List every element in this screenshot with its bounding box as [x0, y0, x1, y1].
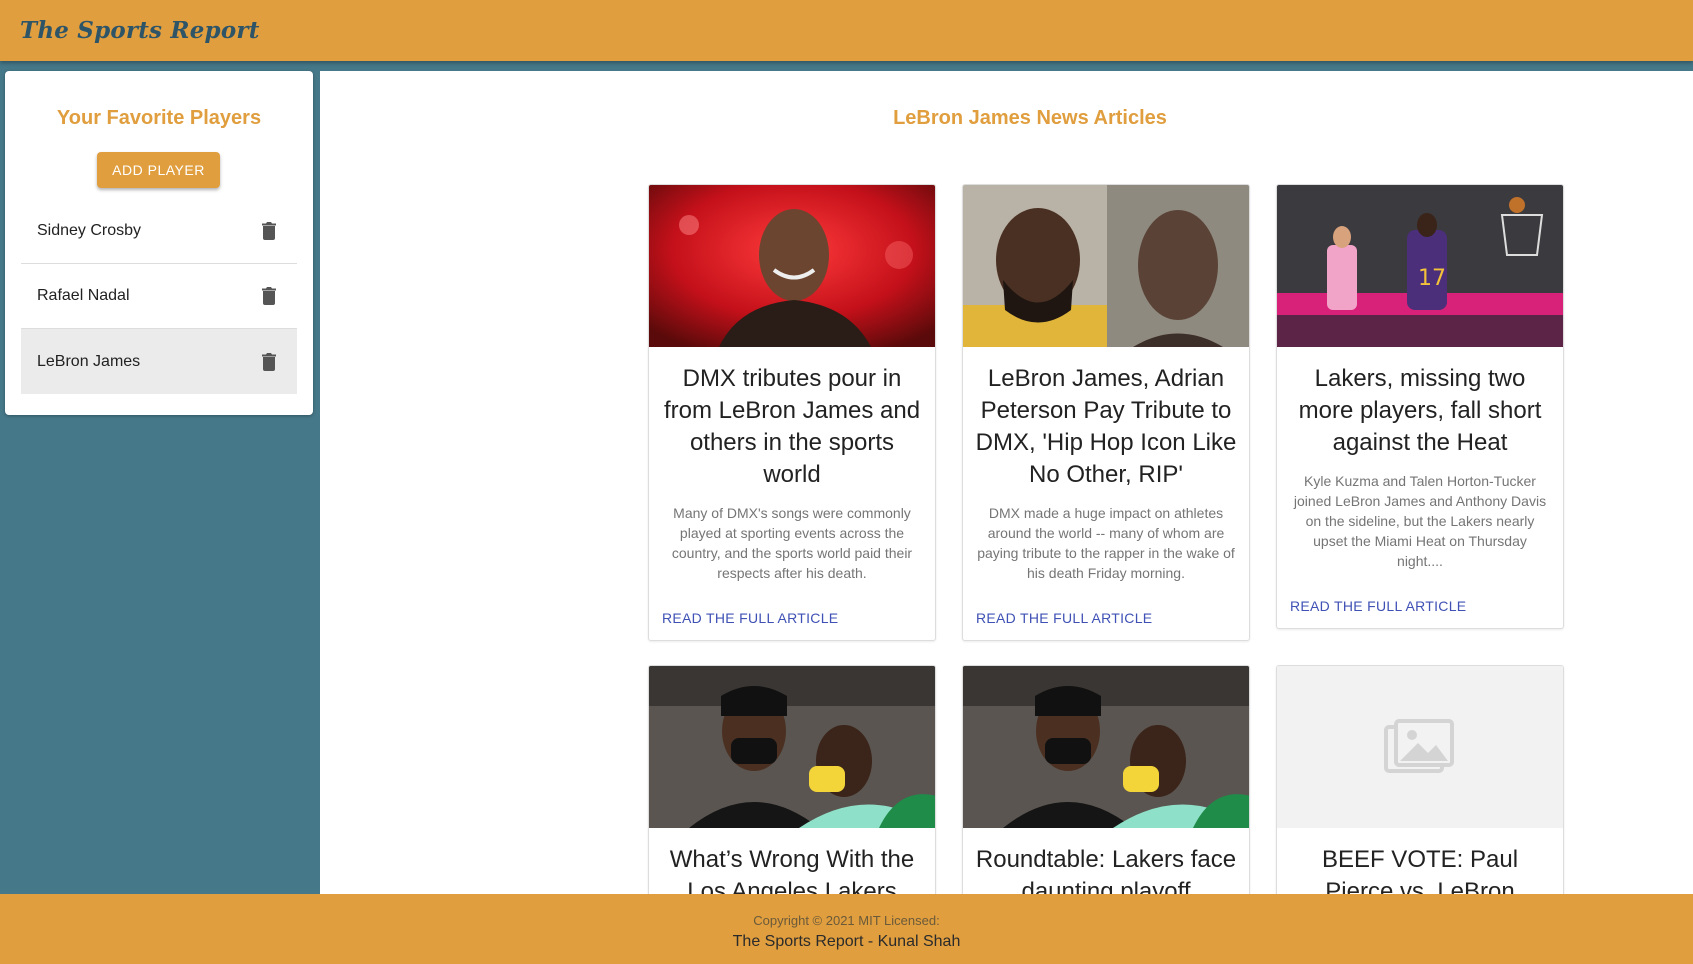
article-description: Many of DMX's songs were commonly played…	[671, 505, 913, 581]
article-image-lebron-davis[interactable]	[649, 666, 935, 828]
article-title: What’s Wrong With the Los Angeles Lakers	[669, 846, 915, 894]
brand-title[interactable]: The Sports Report	[20, 17, 260, 44]
news-title: LeBron James News Articles	[893, 107, 1167, 129]
article-title: Lakers, missing two more players, fall s…	[1298, 365, 1542, 456]
read-article-link[interactable]: READ THE FULL ARTICLE	[649, 610, 935, 626]
article-description: DMX made a huge impact on athletes aroun…	[977, 505, 1235, 581]
player-name: LeBron James	[37, 352, 141, 370]
delete-icon[interactable]	[257, 350, 281, 374]
article-card: DMX tributes pour in from LeBron James a…	[648, 184, 936, 641]
svg-text:17: 17	[1418, 266, 1446, 291]
image-placeholder-icon	[1277, 666, 1563, 828]
credit-text: The Sports Report - Kunal Shah	[732, 933, 961, 950]
article-title: DMX tributes pour in from LeBron James a…	[663, 365, 921, 488]
sidebar-title: Your Favorite Players	[56, 107, 262, 129]
article-title: Roundtable: Lakers face daunting playoff	[975, 846, 1237, 894]
player-item-sidney-crosby[interactable]: Sidney Crosby	[21, 199, 297, 264]
favorite-players-panel: Your Favorite Players ADD PLAYER Sidney …	[5, 71, 313, 415]
read-article-link[interactable]: READ THE FULL ARTICLE	[963, 610, 1249, 626]
article-image-lebron-davis[interactable]	[963, 666, 1249, 828]
article-image-lakers-heat[interactable]: 17	[1277, 185, 1563, 347]
player-item-lebron-james[interactable]: LeBron James	[21, 329, 297, 394]
copyright-text: Copyright © 2021 MIT Licensed:	[753, 913, 940, 928]
article-title: BEEF VOTE: Paul Pierce vs. LeBron	[1321, 846, 1519, 894]
article-card: 17 Lakers, missing two more players, fal…	[1276, 184, 1564, 629]
article-card: What’s Wrong With the Los Angeles Lakers	[648, 665, 936, 894]
article-card: BEEF VOTE: Paul Pierce vs. LeBron	[1276, 665, 1564, 894]
article-card: Roundtable: Lakers face daunting playoff	[962, 665, 1250, 894]
player-name: Rafael Nadal	[37, 287, 130, 304]
article-description: Kyle Kuzma and Talen Horton-Tucker joine…	[1293, 473, 1547, 569]
app-footer: Copyright © 2021 MIT Licensed: The Sport…	[0, 894, 1693, 964]
article-card: LeBron James, Adrian Peterson Pay Tribut…	[962, 184, 1250, 641]
player-list: Sidney Crosby Rafael Nadal LeBron James	[21, 199, 297, 394]
add-player-button[interactable]: ADD PLAYER	[97, 152, 220, 188]
news-panel: LeBron James News Articles DMX tributes …	[320, 71, 1693, 894]
read-article-link[interactable]: READ THE FULL ARTICLE	[1277, 598, 1563, 614]
app-header: The Sports Report	[0, 0, 1693, 61]
player-name: Sidney Crosby	[37, 222, 142, 239]
article-title: LeBron James, Adrian Peterson Pay Tribut…	[975, 365, 1237, 488]
delete-icon[interactable]	[257, 284, 281, 308]
article-image-lebron-dmx[interactable]	[963, 185, 1249, 347]
delete-icon[interactable]	[257, 219, 281, 243]
player-item-rafael-nadal[interactable]: Rafael Nadal	[21, 264, 297, 329]
article-image-dmx-stage[interactable]	[649, 185, 935, 347]
